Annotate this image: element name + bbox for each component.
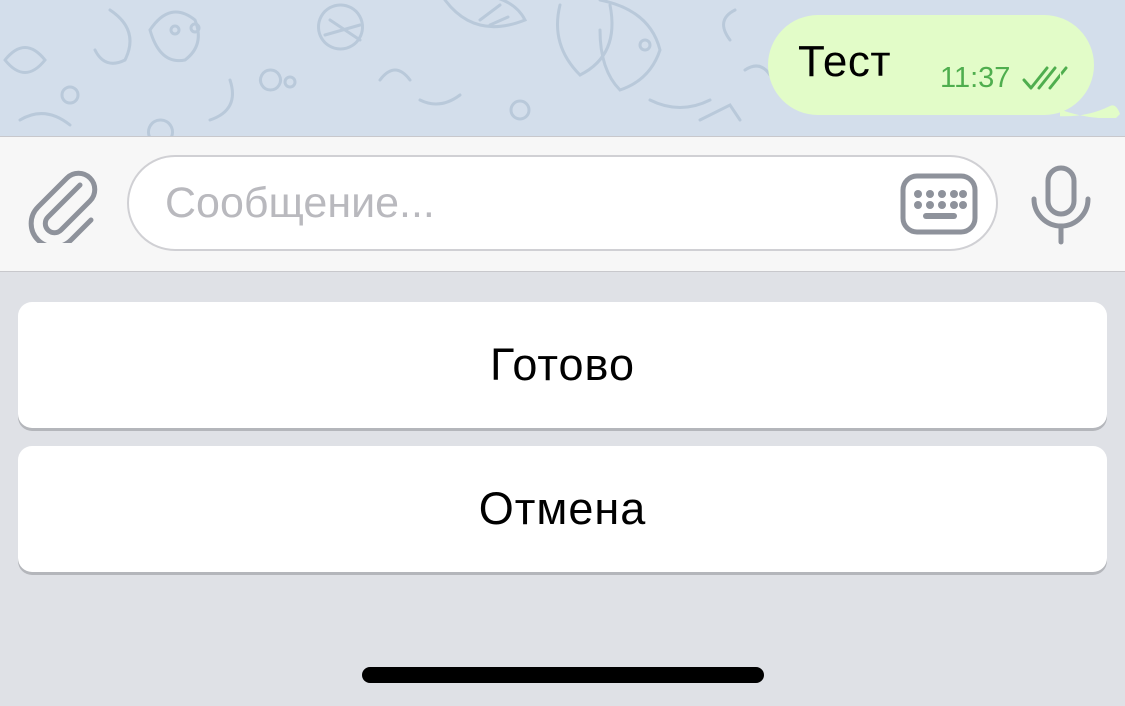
home-indicator[interactable] [362, 667, 764, 683]
cancel-button[interactable]: Отмена [18, 446, 1107, 572]
message-input-bar [0, 136, 1125, 272]
message-time: 11:37 [940, 62, 1011, 94]
reply-keyboard: Готово Отмена [0, 272, 1125, 706]
message-field[interactable] [127, 155, 998, 251]
message-input[interactable] [165, 171, 885, 235]
paperclip-icon[interactable] [28, 167, 100, 243]
message-text: Тест [798, 37, 892, 86]
bubble-tail [1060, 70, 1120, 118]
chat-area: Тест 11:37 [0, 0, 1125, 136]
keyboard-icon[interactable] [899, 172, 979, 236]
done-button[interactable]: Готово [18, 302, 1107, 428]
microphone-icon[interactable] [1028, 165, 1094, 245]
outgoing-message-bubble[interactable]: Тест 11:37 [768, 15, 1094, 115]
